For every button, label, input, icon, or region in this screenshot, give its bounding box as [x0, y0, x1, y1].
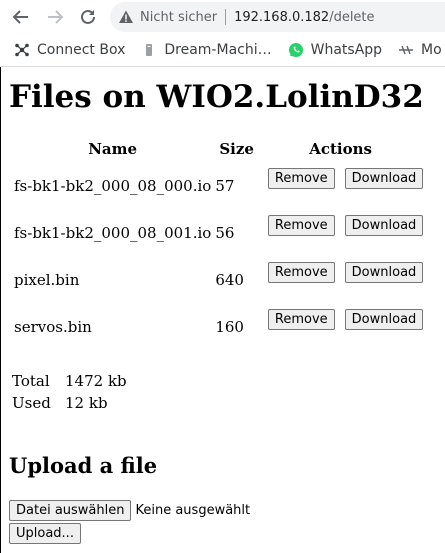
header-size: Size [219, 139, 254, 158]
warning-triangle-icon[interactable] [118, 9, 134, 25]
url-host: 192.168.0.182 [234, 9, 330, 25]
bookmark-generic-icon [399, 45, 414, 55]
forward-button[interactable] [44, 6, 66, 28]
bookmark-more[interactable]: Mo [390, 42, 445, 58]
file-actions: Remove Download [258, 162, 424, 209]
download-button[interactable]: Download [344, 262, 424, 283]
bookmark-hub-icon [15, 43, 29, 57]
reload-icon [81, 9, 95, 24]
reload-button[interactable] [77, 6, 99, 28]
download-button[interactable]: Download [344, 168, 424, 189]
bookmark-whatsapp[interactable]: WhatsApp [280, 42, 390, 58]
security-label[interactable]: Nicht sicher [140, 10, 217, 25]
file-size: 56 [215, 223, 235, 242]
address-separator [225, 9, 227, 25]
file-name: fs-bk1-bk2_000_08_001.io [14, 223, 212, 242]
remove-button[interactable]: Remove [267, 309, 335, 330]
bookmarks-bar: Connect Box Dream-Machi… WhatsApp Mo [0, 34, 445, 67]
file-name: pixel.bin [14, 270, 80, 289]
stat-total: Total 1472 kb [12, 370, 127, 392]
page-edge-line [0, 67, 1, 553]
table-row: pixel.bin 640 Remove Download [14, 256, 424, 303]
total-label: Total [12, 372, 50, 390]
bookmark-label: WhatsApp [310, 42, 383, 58]
forward-arrow-icon [48, 10, 64, 24]
choose-file-button[interactable]: Datei auswählen [9, 500, 132, 521]
file-name: servos.bin [14, 317, 92, 336]
file-actions: Remove Download [258, 256, 424, 303]
storage-stats: Total 1472 kb Used 12 kb [12, 370, 127, 414]
bookmark-label: Connect Box [37, 42, 126, 58]
url-path: /delete [329, 9, 375, 25]
back-arrow-icon [12, 10, 28, 24]
bookmark-dream-machine[interactable]: Dream-Machi… [133, 42, 279, 58]
bookmark-label: Dream-Machi… [164, 42, 272, 58]
files-table: Name Size Actions fs-bk1-bk2_000_08_000.… [10, 135, 427, 350]
page-content: Files on WIO2.LolinD32 Name Size Actions… [0, 67, 445, 553]
file-size: 57 [215, 176, 235, 195]
remove-button[interactable]: Remove [267, 168, 335, 189]
table-row: fs-bk1-bk2_000_08_001.io 56 Remove Downl… [14, 209, 424, 256]
total-value: 1472 kb [65, 372, 127, 390]
table-header-row: Name Size Actions [14, 135, 423, 162]
upload-heading: Upload a file [9, 453, 158, 478]
stat-used: Used 12 kb [12, 392, 127, 414]
file-actions: Remove Download [258, 209, 424, 256]
bookmark-dream-icon [146, 44, 153, 56]
remove-button[interactable]: Remove [267, 262, 335, 283]
upload-button[interactable]: Upload... [9, 523, 81, 544]
bookmark-label: Mo [421, 42, 442, 58]
used-label: Used [12, 394, 51, 412]
table-row: fs-bk1-bk2_000_08_000.io 57 Remove Downl… [14, 162, 424, 209]
remove-button[interactable]: Remove [267, 215, 335, 236]
download-button[interactable]: Download [344, 309, 424, 330]
whatsapp-icon [288, 43, 303, 57]
used-value: 12 kb [65, 394, 108, 412]
address-bar[interactable]: Nicht sicher 192.168.0.182/delete [110, 2, 445, 32]
header-actions: Actions [309, 139, 372, 158]
download-button[interactable]: Download [344, 215, 424, 236]
file-size: 640 [215, 270, 244, 289]
bookmark-connect-box[interactable]: Connect Box [0, 42, 133, 58]
browser-toolbar: Nicht sicher 192.168.0.182/delete [0, 0, 445, 34]
upload-button-wrap: Upload... [9, 522, 81, 544]
table-row: servos.bin 160 Remove Download [14, 303, 424, 350]
page-title: Files on WIO2.LolinD32 [9, 79, 424, 115]
file-size: 160 [215, 317, 244, 336]
back-button[interactable] [10, 6, 32, 28]
file-input[interactable]: Datei auswählen Keine ausgewählt [9, 500, 250, 521]
no-file-chosen-text: Keine ausgewählt [135, 503, 251, 518]
file-actions: Remove Download [258, 303, 424, 350]
file-name: fs-bk1-bk2_000_08_000.io [14, 176, 212, 195]
header-name: Name [88, 139, 138, 158]
